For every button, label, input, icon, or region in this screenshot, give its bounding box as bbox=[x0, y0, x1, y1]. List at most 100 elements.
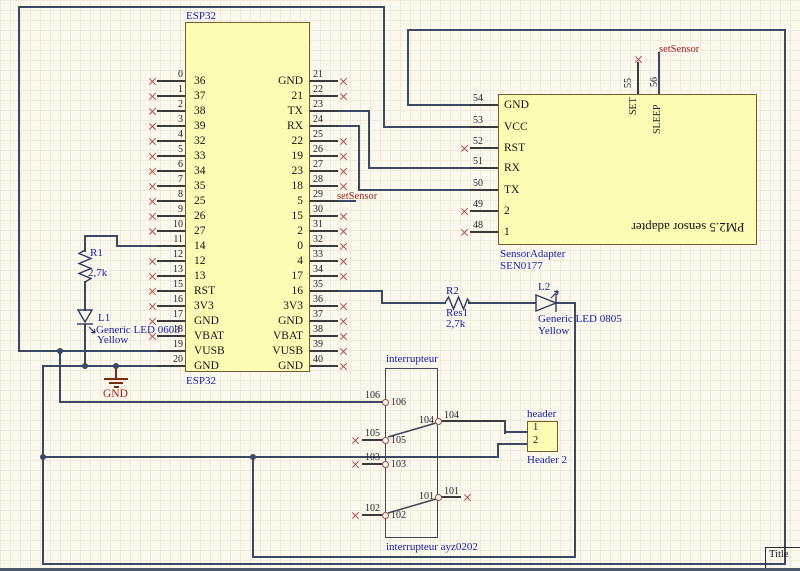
pin-name: VBAT bbox=[233, 330, 303, 342]
l2-description[interactable]: Generic LED 0805 bbox=[538, 313, 622, 325]
pin-name: GND bbox=[233, 315, 303, 327]
pin-stub bbox=[470, 147, 498, 149]
pin-stub bbox=[157, 215, 185, 217]
wire-segment[interactable] bbox=[407, 29, 409, 106]
wire-segment[interactable] bbox=[381, 302, 446, 304]
l2-color[interactable]: Yellow bbox=[538, 325, 569, 337]
pin-name: 37 bbox=[194, 90, 206, 102]
pin-name: RST bbox=[194, 285, 215, 297]
wire-segment[interactable] bbox=[84, 324, 86, 367]
no-connect-icon bbox=[463, 493, 472, 502]
sensor-designator[interactable]: SensorAdapter bbox=[500, 248, 565, 260]
header-pin1-number: 1 bbox=[533, 422, 538, 434]
title-block-label[interactable]: Title bbox=[769, 549, 788, 561]
wire-segment[interactable] bbox=[497, 443, 499, 458]
no-connect-icon bbox=[339, 242, 348, 251]
net-label-setsensor[interactable]: setSensor bbox=[337, 191, 377, 202]
r1-value[interactable]: 2,7k bbox=[88, 267, 107, 279]
switch-pin-label: 105 bbox=[391, 435, 406, 446]
wire-segment[interactable] bbox=[383, 6, 385, 128]
wire-segment[interactable] bbox=[252, 456, 254, 558]
pin-stub bbox=[157, 110, 185, 112]
pin-name: VCC bbox=[504, 121, 528, 133]
schematic-canvas[interactable]: ESP32 ESP32 SensorAdapter SEN0177 PM2.5 … bbox=[0, 0, 800, 571]
pin-number: 32 bbox=[313, 234, 323, 245]
pin-name: 4 bbox=[233, 255, 303, 267]
pin-stub bbox=[157, 125, 185, 127]
esp32-designator[interactable]: ESP32 bbox=[186, 10, 216, 22]
wire-segment[interactable] bbox=[59, 350, 61, 403]
wire-segment[interactable] bbox=[368, 167, 472, 169]
pin-number: 30 bbox=[313, 204, 323, 215]
net-label-setsensor[interactable]: setSensor bbox=[659, 44, 699, 55]
sensor-pin-set-name: SET bbox=[629, 97, 639, 115]
pin-stub bbox=[310, 335, 338, 337]
wire-segment[interactable] bbox=[574, 302, 576, 558]
pin-number: 52 bbox=[473, 136, 483, 147]
header-bottom-label[interactable]: Header 2 bbox=[527, 454, 567, 466]
wire-segment[interactable] bbox=[252, 556, 576, 558]
no-connect-icon bbox=[339, 272, 348, 281]
pin-number: 31 bbox=[313, 219, 323, 230]
led-l2-arrow-icon bbox=[551, 291, 558, 298]
switch-pin-number: 106 bbox=[350, 390, 380, 401]
no-connect-icon bbox=[339, 347, 348, 356]
sensor-pin-55-number: 55 bbox=[624, 78, 634, 88]
wire-segment[interactable] bbox=[784, 29, 786, 565]
wire-segment[interactable] bbox=[407, 104, 472, 106]
no-connect-icon bbox=[339, 137, 348, 146]
wire-segment[interactable] bbox=[368, 110, 370, 169]
no-connect-icon bbox=[339, 362, 348, 371]
header-title[interactable]: header bbox=[527, 408, 556, 420]
pin-name: 3V3 bbox=[194, 300, 214, 312]
wire-segment[interactable] bbox=[59, 401, 385, 403]
l1-color[interactable]: Yellow bbox=[97, 334, 128, 346]
no-connect-icon bbox=[339, 302, 348, 311]
wire-segment[interactable] bbox=[407, 29, 786, 31]
r2-designator[interactable]: R2 bbox=[446, 285, 459, 297]
pin-number: 27 bbox=[313, 159, 323, 170]
pin-stub bbox=[310, 350, 338, 352]
wire-segment[interactable] bbox=[358, 125, 360, 191]
wire-segment[interactable] bbox=[42, 365, 44, 565]
pin-stub bbox=[470, 167, 498, 169]
pin-name: 5 bbox=[233, 195, 303, 207]
r1-designator[interactable]: R1 bbox=[90, 247, 103, 259]
pin-name: RX bbox=[233, 120, 303, 132]
pin-name: 3V3 bbox=[233, 300, 303, 312]
switch-pin-number: 104 bbox=[444, 410, 459, 421]
pin-number: 22 bbox=[313, 84, 323, 95]
switch-title[interactable]: interrupteur bbox=[386, 353, 438, 365]
wire-segment[interactable] bbox=[42, 563, 786, 565]
wire-segment[interactable] bbox=[468, 302, 536, 304]
pin-name: VBAT bbox=[194, 330, 224, 342]
wire-segment[interactable] bbox=[18, 6, 384, 8]
switch-bottom-label[interactable]: interrupteur ayz0202 bbox=[386, 541, 478, 553]
pin-name: 17 bbox=[233, 270, 303, 282]
l2-designator[interactable]: L2 bbox=[538, 281, 550, 293]
sensor-part-number[interactable]: SEN0177 bbox=[500, 260, 543, 272]
pin-name: VUSB bbox=[233, 345, 303, 357]
l1-designator[interactable]: L1 bbox=[98, 312, 110, 324]
pin-stub bbox=[470, 126, 498, 128]
pin-number: 39 bbox=[313, 339, 323, 350]
wire-segment[interactable] bbox=[84, 281, 86, 311]
wire-segment[interactable] bbox=[84, 235, 86, 252]
wire-segment[interactable] bbox=[556, 302, 576, 304]
header-body[interactable] bbox=[527, 421, 558, 452]
pin-name: 13 bbox=[194, 270, 206, 282]
wire-segment[interactable] bbox=[383, 126, 472, 128]
wire-segment[interactable] bbox=[658, 52, 660, 95]
pin-stub bbox=[310, 260, 338, 262]
wire-segment[interactable] bbox=[504, 431, 528, 433]
esp32-part-name[interactable]: ESP32 bbox=[186, 375, 216, 387]
net-label-gnd[interactable]: GND bbox=[103, 389, 128, 400]
wire-segment[interactable] bbox=[84, 235, 118, 237]
r2-value[interactable]: 2,7k bbox=[446, 318, 465, 330]
no-connect-icon bbox=[351, 511, 360, 520]
wire-segment[interactable] bbox=[497, 443, 528, 445]
pin-stub bbox=[470, 104, 498, 106]
wire-segment[interactable] bbox=[18, 6, 20, 352]
switch-pin-circle bbox=[382, 461, 389, 468]
pin-stub bbox=[470, 231, 498, 233]
